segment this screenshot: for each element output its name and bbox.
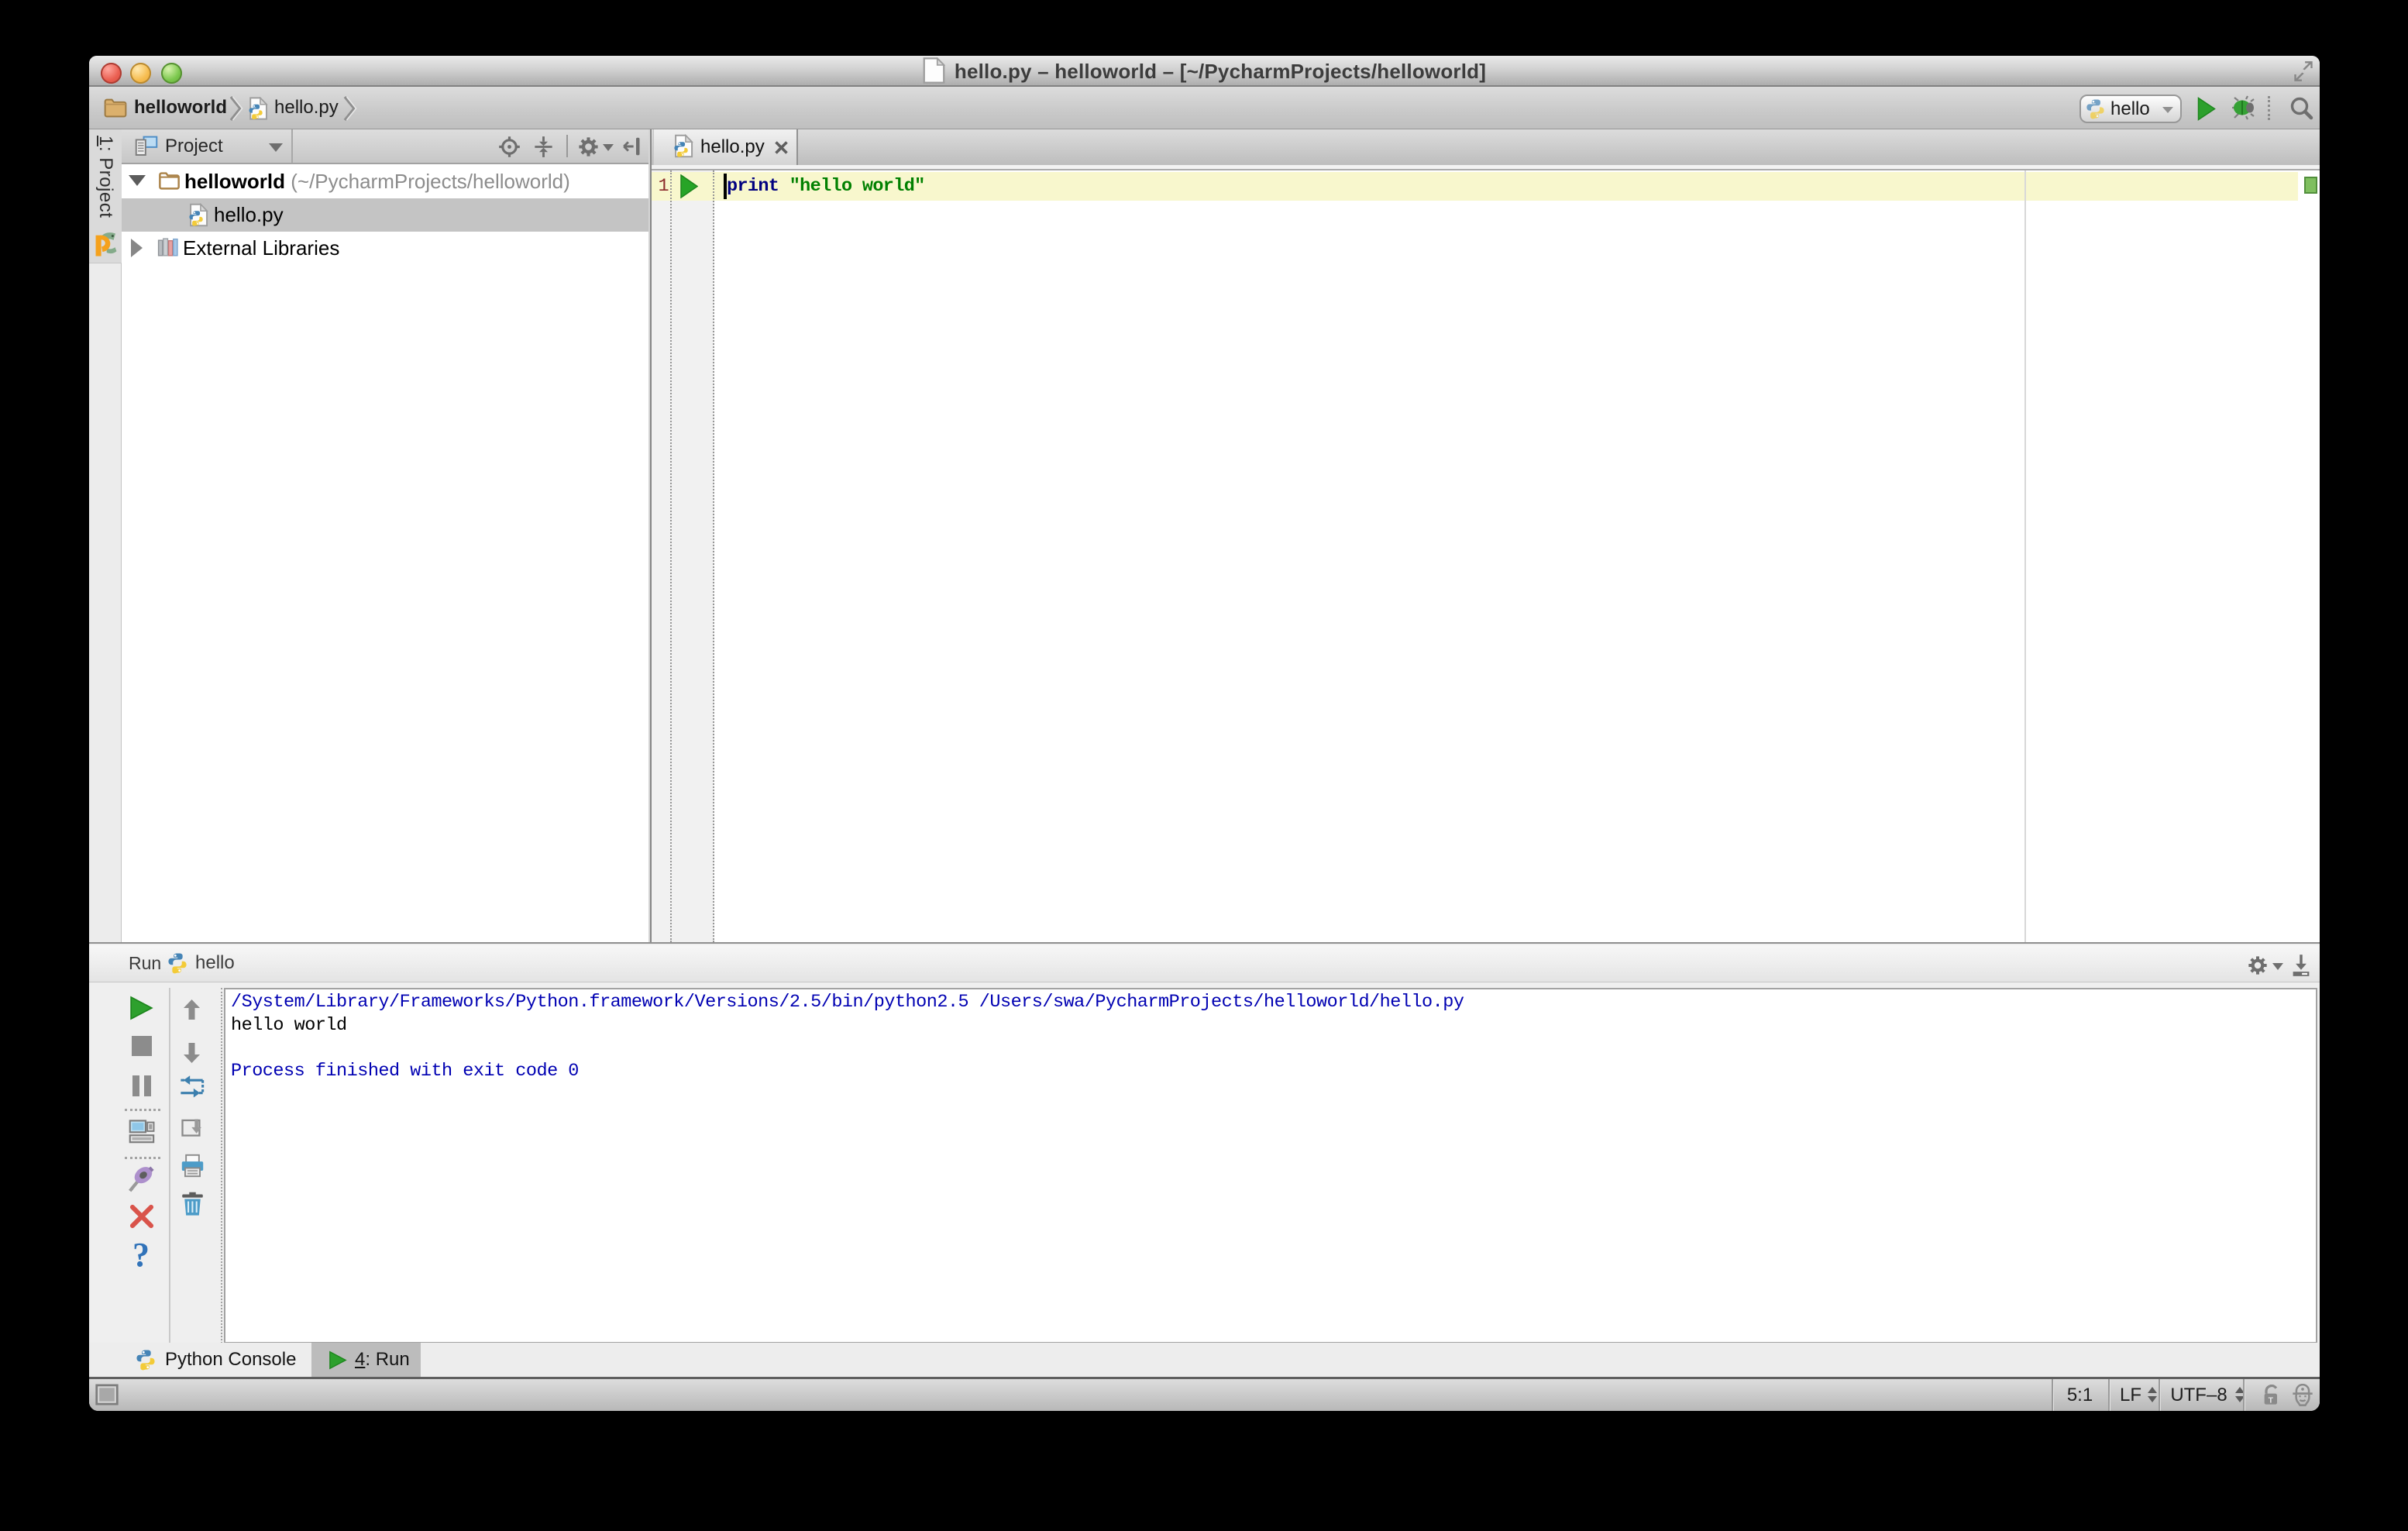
svg-text:T: T xyxy=(2269,1395,2274,1405)
